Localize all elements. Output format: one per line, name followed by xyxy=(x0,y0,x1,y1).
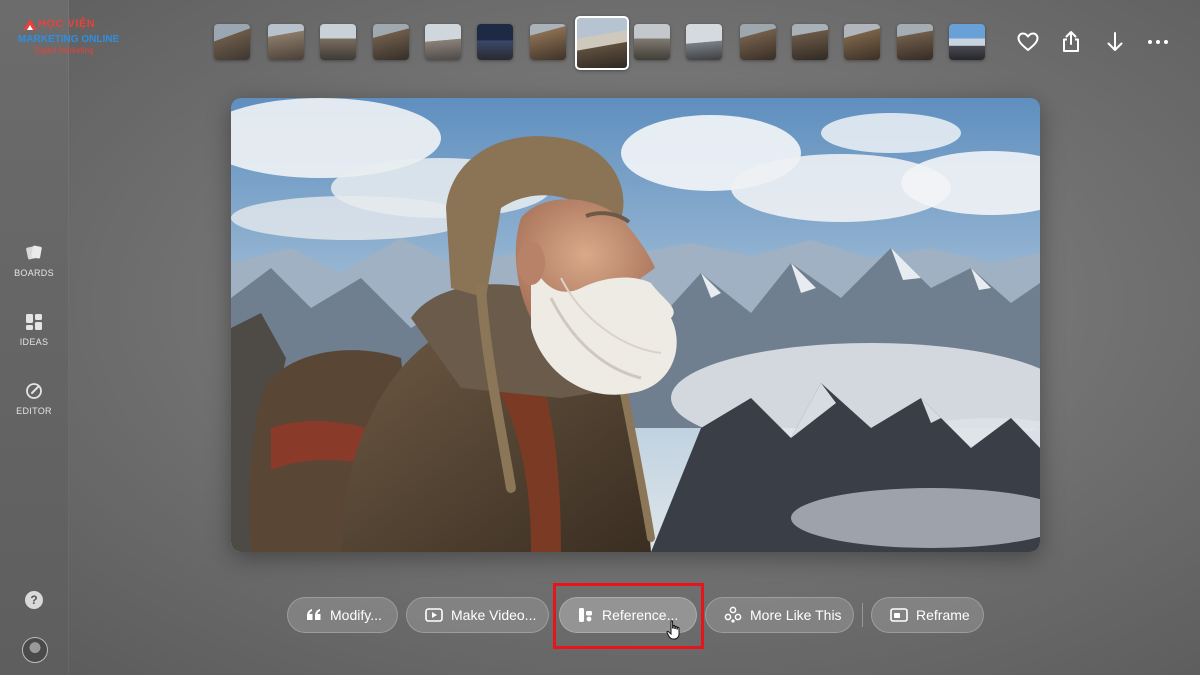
download-button[interactable] xyxy=(1103,30,1127,54)
reference-icon xyxy=(579,608,592,622)
reframe-button-label: Reframe xyxy=(916,607,970,623)
sidebar: HỌC VIỆN MARKETING ONLINE Digital Market… xyxy=(0,0,119,675)
video-icon xyxy=(425,608,443,622)
thumbnail[interactable] xyxy=(844,24,880,60)
logo-line-3: Digital Marketing xyxy=(34,46,94,55)
logo-line-2: MARKETING ONLINE xyxy=(18,34,120,45)
sidebar-item-ideas[interactable]: IDEAS xyxy=(0,313,68,347)
brand-logo: HỌC VIỆN MARKETING ONLINE Digital Market… xyxy=(18,16,128,56)
sidebar-item-boards[interactable]: BOARDS xyxy=(0,244,68,278)
make-video-button[interactable]: Make Video... xyxy=(406,597,549,633)
thumbnail[interactable] xyxy=(792,24,828,60)
favorite-button[interactable] xyxy=(1016,30,1040,54)
modify-button[interactable]: Modify... xyxy=(287,597,398,633)
sidebar-item-label: EDITOR xyxy=(16,406,52,416)
boards-icon xyxy=(26,245,42,260)
generated-image[interactable] xyxy=(231,98,1040,552)
more-like-this-button[interactable]: More Like This xyxy=(705,597,854,633)
user-avatar[interactable] xyxy=(22,637,48,663)
share-button[interactable] xyxy=(1059,30,1083,54)
more-like-this-button-label: More Like This xyxy=(750,607,842,623)
thumbnail[interactable] xyxy=(373,24,409,60)
thumbnail[interactable] xyxy=(320,24,356,60)
thumbnail[interactable] xyxy=(425,24,461,60)
thumbnail[interactable] xyxy=(949,24,985,60)
thumbnail[interactable] xyxy=(477,24,513,60)
thumbnail[interactable] xyxy=(268,24,304,60)
logo-line-1: HỌC VIỆN xyxy=(38,18,96,30)
thumbnail[interactable] xyxy=(214,24,250,60)
sidebar-item-editor[interactable]: EDITOR xyxy=(0,382,68,416)
more-like-this-icon xyxy=(724,606,742,623)
sidebar-item-label: IDEAS xyxy=(19,337,49,347)
quote-icon xyxy=(307,609,321,620)
editor-icon xyxy=(26,383,42,399)
thumbnail[interactable] xyxy=(897,24,933,60)
action-divider xyxy=(862,603,863,627)
hero-illustration xyxy=(231,98,1040,552)
reframe-button[interactable]: Reframe xyxy=(871,597,984,633)
image-actions: Modify... Make Video... Reference... Mor… xyxy=(0,597,1200,635)
make-video-button-label: Make Video... xyxy=(451,607,537,623)
hand-cursor-icon xyxy=(666,620,680,640)
sidebar-item-label: BOARDS xyxy=(14,268,54,278)
more-icon xyxy=(1148,40,1168,44)
download-icon xyxy=(1107,32,1123,51)
modify-button-label: Modify... xyxy=(330,607,382,623)
thumbnail[interactable] xyxy=(686,24,722,60)
thumbnail[interactable] xyxy=(634,24,670,60)
reframe-icon xyxy=(890,608,908,622)
thumbnail[interactable] xyxy=(530,24,566,60)
heart-icon xyxy=(1017,32,1039,51)
more-button[interactable] xyxy=(1146,30,1170,54)
ideas-icon xyxy=(26,314,42,330)
thumbnail-selected[interactable] xyxy=(575,16,629,70)
thumbnail[interactable] xyxy=(740,24,776,60)
logo-mark-icon xyxy=(23,19,37,30)
share-icon xyxy=(1063,31,1079,52)
